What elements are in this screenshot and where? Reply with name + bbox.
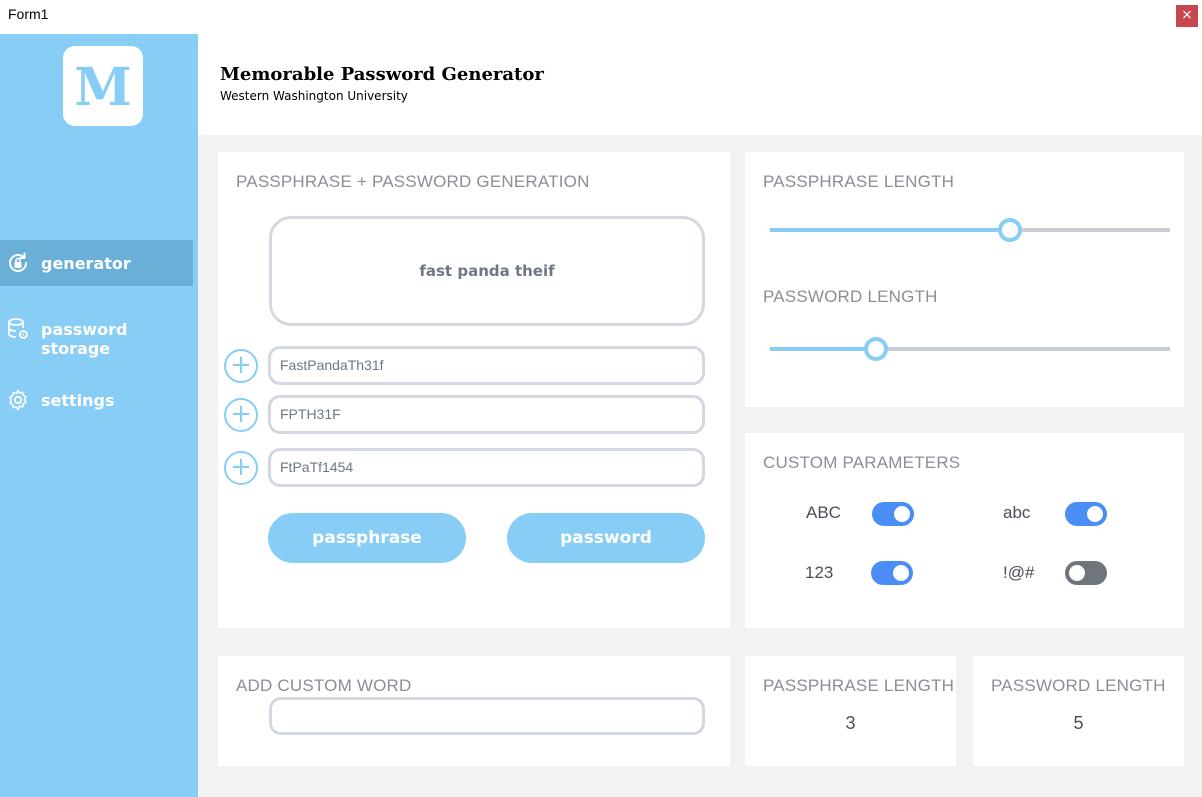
custom-word-title: ADD CUSTOM WORD xyxy=(236,676,412,695)
password-row: + FastPandaTh31f xyxy=(224,346,705,386)
password-output-field[interactable]: FPTH31F xyxy=(268,395,705,434)
symbols-label: !@# xyxy=(1003,563,1035,582)
slider-thumb[interactable] xyxy=(864,337,888,361)
add-password-button[interactable]: + xyxy=(224,398,258,432)
password-length-title: PASSWORD LENGTH xyxy=(763,287,938,306)
symbols-toggle[interactable] xyxy=(1065,561,1107,585)
toggle-knob xyxy=(893,565,909,581)
toggle-knob xyxy=(894,506,910,522)
passphrase-length-stat-title: PASSPHRASE LENGTH xyxy=(763,676,955,695)
uppercase-toggle[interactable] xyxy=(872,502,914,526)
custom-word-input[interactable] xyxy=(269,697,705,735)
database-icon xyxy=(8,318,28,339)
slider-fill xyxy=(770,347,876,351)
add-password-button[interactable]: + xyxy=(224,349,258,383)
sidebar-item-generator[interactable]: generator xyxy=(0,240,193,286)
passphrase-length-stat-panel: PASSPHRASE LENGTH 3 xyxy=(745,656,956,766)
toggle-knob xyxy=(1069,565,1085,581)
passphrase-display: fast panda theif xyxy=(269,216,705,326)
slider-fill xyxy=(770,228,1010,232)
generate-passphrase-button[interactable]: passphrase xyxy=(268,513,466,563)
sidebar-item-label: generator xyxy=(41,254,131,273)
generate-password-button[interactable]: password xyxy=(507,513,705,563)
numbers-toggle[interactable] xyxy=(871,561,913,585)
password-output-field[interactable]: FtPaTf1454 xyxy=(268,448,705,487)
gear-icon xyxy=(9,389,27,411)
passphrase-length-value: 3 xyxy=(845,713,856,733)
password-length-value: 5 xyxy=(1073,713,1084,733)
page-header: Memorable Password Generator Western Was… xyxy=(198,34,1202,135)
passphrase-length-title: PASSPHRASE LENGTH xyxy=(763,172,955,191)
window-titlebar: Form1 × xyxy=(0,0,1202,34)
password-length-stat-title: PASSWORD LENGTH xyxy=(991,676,1166,695)
password-row: + FtPaTf1454 xyxy=(224,448,705,488)
page-title: Memorable Password Generator xyxy=(220,64,544,85)
password-row: + FPTH31F xyxy=(224,395,705,435)
password-length-stat-panel: PASSWORD LENGTH 5 xyxy=(973,656,1184,766)
toggle-knob xyxy=(1087,506,1103,522)
sidebar-item-label: password storage xyxy=(41,320,128,358)
lowercase-label: abc xyxy=(1003,503,1031,522)
lock-refresh-icon xyxy=(9,252,27,272)
custom-word-panel: ADD CUSTOM WORD xyxy=(218,656,730,766)
sidebar-item-settings[interactable]: settings xyxy=(0,377,193,423)
passphrase-length-slider[interactable] xyxy=(770,218,1170,242)
generation-panel: PASSPHRASE + PASSWORD GENERATION fast pa… xyxy=(218,152,730,628)
window-title: Form1 xyxy=(8,6,49,22)
app-logo: M xyxy=(63,46,143,126)
password-output-field[interactable]: FastPandaTh31f xyxy=(268,346,705,385)
sidebar: M generator password storage settings xyxy=(0,34,198,797)
page-subtitle: Western Washington University xyxy=(220,89,408,103)
custom-parameters-panel: CUSTOM PARAMETERS ABC abc 123 !@# xyxy=(745,433,1184,628)
custom-parameters-title: CUSTOM PARAMETERS xyxy=(763,453,961,472)
password-length-slider[interactable] xyxy=(770,337,1170,361)
add-password-button[interactable]: + xyxy=(224,451,258,485)
lowercase-toggle[interactable] xyxy=(1065,502,1107,526)
uppercase-label: ABC xyxy=(806,503,841,522)
main-content: PASSPHRASE + PASSWORD GENERATION fast pa… xyxy=(198,135,1202,797)
numbers-label: 123 xyxy=(805,563,834,582)
sidebar-item-label: settings xyxy=(41,391,115,410)
sidebar-item-password-storage[interactable]: password storage xyxy=(0,306,193,358)
length-sliders-panel: PASSPHRASE LENGTH PASSWORD LENGTH xyxy=(745,152,1184,407)
slider-thumb[interactable] xyxy=(998,218,1022,242)
generation-panel-title: PASSPHRASE + PASSWORD GENERATION xyxy=(236,172,590,191)
close-button[interactable]: × xyxy=(1176,5,1198,27)
